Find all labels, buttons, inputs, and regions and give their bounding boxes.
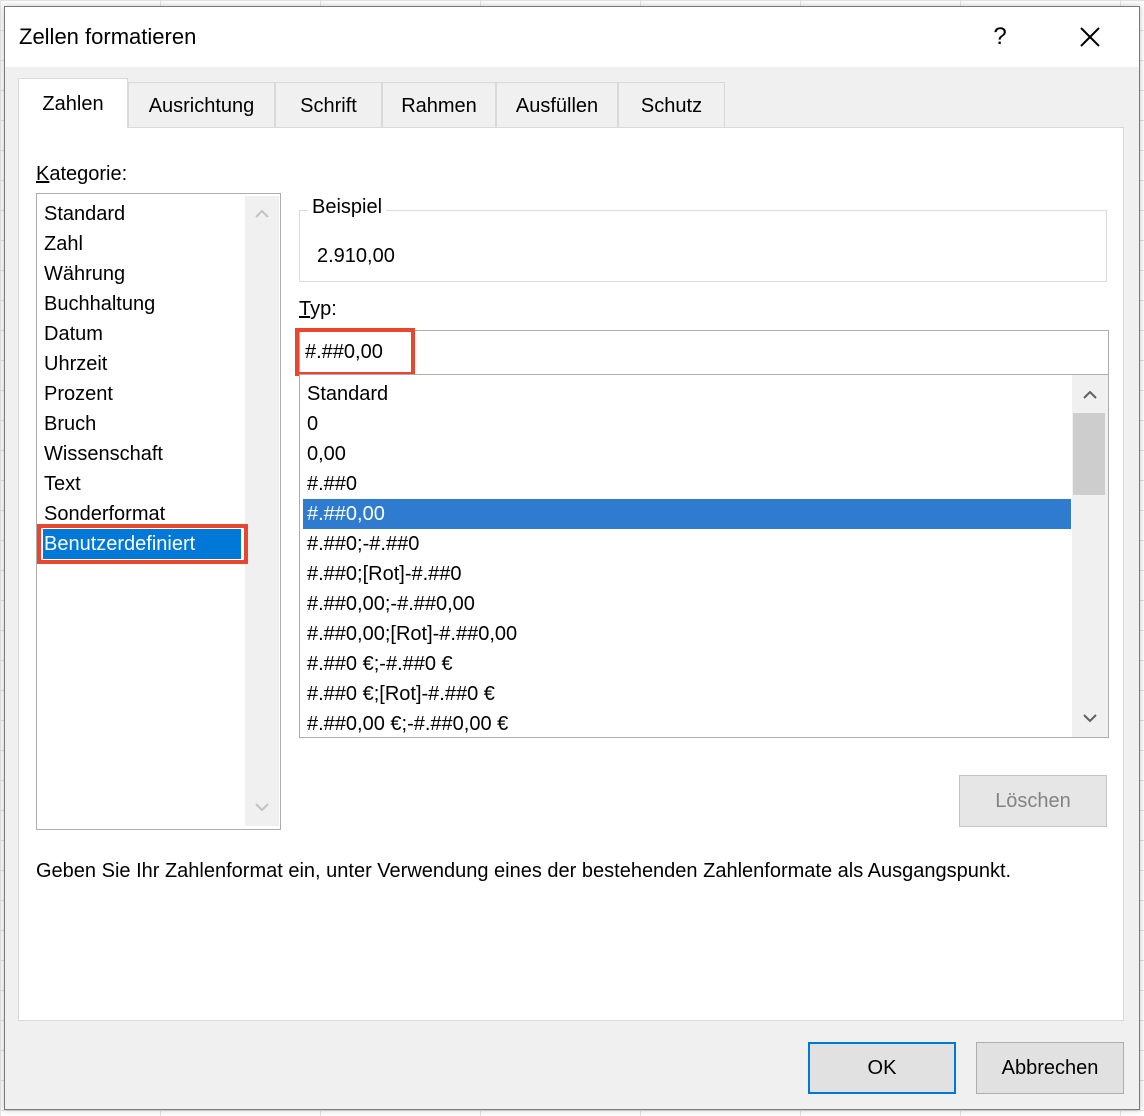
format-item[interactable]: #.##0 €;-#.##0 €: [303, 649, 1071, 679]
title-bar: Zellen formatieren ?: [5, 7, 1139, 67]
chevron-down-icon[interactable]: [245, 792, 279, 822]
tab-schutz[interactable]: Schutz: [618, 82, 725, 128]
category-scrollbar[interactable]: [245, 196, 279, 826]
tab-ausfuellen[interactable]: Ausfüllen: [496, 82, 618, 128]
format-item[interactable]: #.##0;[Rot]-#.##0: [303, 559, 1071, 589]
tab-schrift[interactable]: Schrift: [275, 82, 382, 128]
format-item[interactable]: 0,00: [303, 439, 1071, 469]
help-button[interactable]: ?: [985, 17, 1015, 57]
sample-value: 2.910,00: [317, 245, 395, 267]
sample-group: Beispiel 2.910,00: [299, 196, 1107, 282]
category-item-bruch[interactable]: Bruch: [43, 409, 96, 439]
type-input[interactable]: [299, 330, 1109, 375]
format-item[interactable]: #.##0,00;[Rot]-#.##0,00: [303, 619, 1071, 649]
type-label: Typ:: [299, 298, 337, 320]
close-icon: [1080, 27, 1100, 47]
category-label: Kategorie:: [36, 163, 128, 185]
tab-panel-zahlen: Kategorie: Standard Zahl Währung Buchhal…: [18, 127, 1124, 1021]
category-item-datum[interactable]: Datum: [43, 319, 103, 349]
chevron-up-icon[interactable]: [245, 198, 279, 228]
tab-strip: Zahlen Ausrichtung Schrift Rahmen Ausfül…: [18, 78, 725, 128]
format-scrollbar-thumb[interactable]: [1073, 413, 1105, 495]
delete-button[interactable]: Löschen: [959, 775, 1107, 827]
category-item-buchhaltung[interactable]: Buchhaltung: [43, 289, 155, 319]
chevron-down-icon[interactable]: [1072, 703, 1108, 733]
format-item[interactable]: #.##0 €;[Rot]-#.##0 €: [303, 679, 1071, 709]
category-item-benutzerdefiniert[interactable]: Benutzerdefiniert: [43, 529, 241, 559]
category-item-sonderformat[interactable]: Sonderformat: [43, 499, 165, 529]
ok-button[interactable]: OK: [808, 1042, 956, 1094]
category-item-standard[interactable]: Standard: [43, 199, 125, 229]
format-item[interactable]: 0: [303, 409, 1071, 439]
chevron-up-icon[interactable]: [1072, 379, 1108, 409]
category-item-waehrung[interactable]: Währung: [43, 259, 125, 289]
cancel-button[interactable]: Abbrechen: [976, 1042, 1124, 1094]
format-item[interactable]: #.##0: [303, 469, 1071, 499]
description-text: Geben Sie Ihr Zahlenformat ein, unter Ve…: [36, 860, 1012, 882]
format-cells-dialog: Zellen formatieren ? Zahlen Ausrichtung …: [4, 6, 1140, 1110]
format-item[interactable]: Standard: [303, 379, 1071, 409]
tab-zahlen[interactable]: Zahlen: [18, 78, 128, 128]
format-item[interactable]: #.##0,00 €;-#.##0,00 €: [303, 709, 1071, 737]
tab-rahmen[interactable]: Rahmen: [382, 82, 496, 128]
format-scrollbar[interactable]: [1072, 375, 1108, 737]
category-item-prozent[interactable]: Prozent: [43, 379, 113, 409]
category-list[interactable]: Standard Zahl Währung Buchhaltung Datum …: [36, 193, 281, 830]
dialog-title: Zellen formatieren: [19, 24, 197, 49]
format-list[interactable]: Standard 0 0,00 #.##0 #.##0,00 #.##0;-#.…: [299, 374, 1109, 738]
sample-legend: Beispiel: [308, 196, 387, 219]
format-item[interactable]: #.##0;-#.##0: [303, 529, 1071, 559]
tab-ausrichtung[interactable]: Ausrichtung: [128, 82, 275, 128]
close-button[interactable]: [1065, 17, 1115, 57]
category-item-uhrzeit[interactable]: Uhrzeit: [43, 349, 107, 379]
category-item-text[interactable]: Text: [43, 469, 81, 499]
format-item-selected[interactable]: #.##0,00: [303, 499, 1071, 529]
category-item-wissenschaft[interactable]: Wissenschaft: [43, 439, 163, 469]
format-item[interactable]: #.##0,00;-#.##0,00: [303, 589, 1071, 619]
category-item-zahl[interactable]: Zahl: [43, 229, 83, 259]
